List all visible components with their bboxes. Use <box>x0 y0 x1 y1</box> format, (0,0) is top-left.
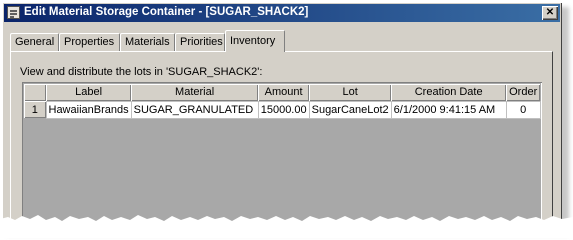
column-header-material[interactable]: Material <box>131 84 259 101</box>
cell-amount[interactable]: 15000.00 <box>257 100 310 119</box>
title-bar[interactable]: Edit Material Storage Container - [SUGAR… <box>4 4 560 22</box>
column-header-amount[interactable]: Amount <box>258 84 310 101</box>
header-row: Label Material Amount Lot Creation Date … <box>24 84 541 101</box>
form-icon <box>7 6 20 19</box>
lots-table: Label Material Amount Lot Creation Date … <box>24 84 541 119</box>
cell-order[interactable]: 0 <box>505 100 541 119</box>
close-icon[interactable]: ✕ <box>542 6 558 20</box>
tab-properties[interactable]: Properties <box>59 33 120 51</box>
cell-lot[interactable]: SugarCaneLot2 <box>308 100 392 119</box>
torn-edge <box>0 215 573 238</box>
inventory-instruction: View and distribute the lots in 'SUGAR_S… <box>20 66 263 78</box>
tab-priorities[interactable]: Priorities <box>175 33 225 51</box>
column-header-creation-date[interactable]: Creation Date <box>391 84 507 101</box>
cell-label[interactable]: HawaiianBrands <box>45 100 132 119</box>
row-number-header[interactable] <box>24 84 46 101</box>
cell-material[interactable]: SUGAR_GRANULATED <box>130 100 259 119</box>
table-row[interactable]: 1 HawaiianBrands SUGAR_GRANULATED 15000.… <box>24 100 541 119</box>
window-title: Edit Material Storage Container - [SUGAR… <box>24 6 309 18</box>
column-header-lot[interactable]: Lot <box>309 84 392 101</box>
column-header-order[interactable]: Order <box>506 84 541 101</box>
tab-general[interactable]: General <box>10 33 59 51</box>
cell-creation-date[interactable]: 6/1/2000 9:41:15 AM <box>390 100 507 119</box>
column-header-label[interactable]: Label <box>46 84 132 101</box>
tab-inventory[interactable]: Inventory <box>225 30 285 52</box>
row-number[interactable]: 1 <box>24 101 46 118</box>
tab-materials[interactable]: Materials <box>120 33 175 51</box>
